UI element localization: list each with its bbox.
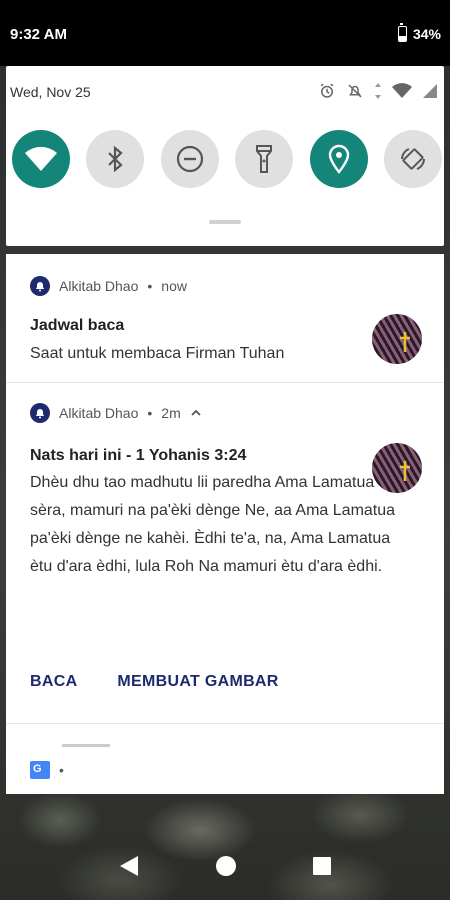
panel-drag-handle[interactable] xyxy=(209,220,241,224)
back-icon[interactable] xyxy=(118,854,140,878)
notification-thumbnail xyxy=(372,314,422,364)
bell-icon xyxy=(30,276,50,296)
quick-settings-panel: Wed, Nov 25 xyxy=(6,66,444,246)
status-bar: 9:32 AM 34% xyxy=(0,0,450,66)
location-tile[interactable] xyxy=(309,130,368,188)
notification-title: Nats hari ini - 1 Yohanis 3:24 xyxy=(30,447,247,464)
status-time: 9:32 AM xyxy=(10,26,67,43)
battery-percent: 34% xyxy=(412,26,441,42)
location-icon xyxy=(328,144,349,174)
data-arrows-icon xyxy=(375,83,381,99)
wifi-icon xyxy=(25,146,57,171)
flashlight-icon xyxy=(256,145,273,173)
navigation-bar xyxy=(0,832,450,900)
battery-icon xyxy=(397,23,407,42)
notification-translate-partial[interactable]: G • xyxy=(6,723,444,794)
flashlight-tile[interactable] xyxy=(235,130,294,188)
auto-rotate-tile[interactable] xyxy=(383,130,442,188)
partial-title-fragment xyxy=(62,744,110,747)
separator: • xyxy=(147,405,153,421)
wifi-signal-icon xyxy=(392,83,412,98)
cell-signal-icon xyxy=(423,84,437,98)
cross-icon xyxy=(400,461,410,481)
notification-verse-of-day[interactable]: Alkitab Dhao • 2m Nats hari ini - 1 Yoha… xyxy=(6,382,444,723)
notification-time: 2m xyxy=(161,405,181,421)
notification-text: Saat untuk membaca Firman Tuhan xyxy=(30,345,285,362)
notifications-off-icon xyxy=(348,84,362,98)
notification-time: now xyxy=(161,278,187,294)
notification-body: Dhèu dhu tao madhutu lii paredha Ama Lam… xyxy=(30,474,396,575)
separator: • xyxy=(59,762,64,778)
auto-rotate-icon xyxy=(400,148,425,170)
separator: • xyxy=(147,278,153,294)
notification-title: Jadwal baca xyxy=(30,317,125,334)
read-action-button[interactable]: BACA xyxy=(30,673,77,691)
wifi-tile[interactable] xyxy=(12,130,70,188)
bluetooth-tile[interactable] xyxy=(86,130,145,188)
do-not-disturb-icon xyxy=(176,145,203,173)
bluetooth-icon xyxy=(108,146,124,172)
chevron-up-icon[interactable] xyxy=(190,408,202,418)
app-name: Alkitab Dhao xyxy=(59,278,139,294)
notification-thumbnail xyxy=(372,443,422,493)
qs-date[interactable]: Wed, Nov 25 xyxy=(10,84,91,100)
create-image-action-button[interactable]: MEMBUAT GAMBAR xyxy=(117,673,278,691)
bell-icon xyxy=(30,403,50,423)
notification-reading-schedule[interactable]: Alkitab Dhao • now Jadwal baca Saat untu… xyxy=(6,254,444,382)
alarm-icon xyxy=(320,83,334,98)
cross-icon xyxy=(400,332,410,352)
app-name: Alkitab Dhao xyxy=(59,405,139,421)
translate-icon: G xyxy=(30,761,50,779)
recents-icon[interactable] xyxy=(312,856,332,876)
home-icon[interactable] xyxy=(214,854,238,878)
do-not-disturb-tile[interactable] xyxy=(160,130,219,188)
